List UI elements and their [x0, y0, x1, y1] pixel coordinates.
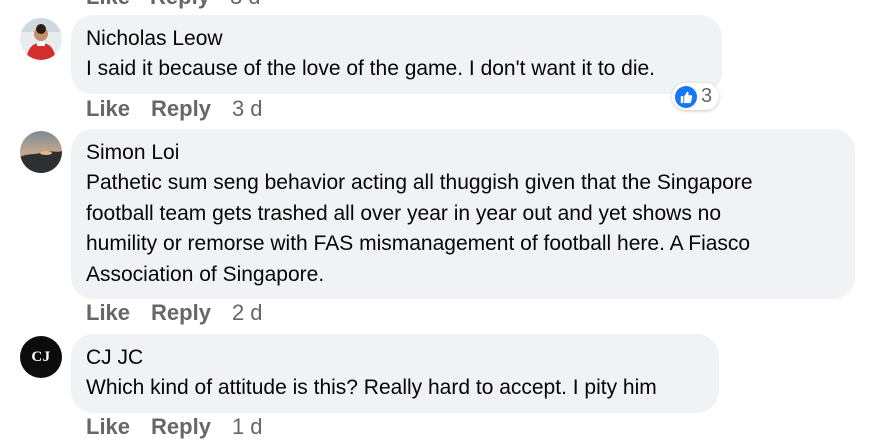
like-link[interactable]: Like — [86, 96, 130, 122]
comment-actions: Like Reply 3 d — [86, 96, 263, 122]
reply-link[interactable]: Reply — [151, 96, 211, 122]
comment-author[interactable]: Simon Loi — [86, 140, 839, 166]
comment-author[interactable]: CJ JC — [86, 345, 703, 371]
comment-timestamp[interactable]: 3 d — [232, 96, 263, 122]
profile-photo-icon — [20, 18, 62, 60]
comment-text: I said it because of the love of the gam… — [86, 57, 656, 80]
profile-photo-icon — [20, 131, 62, 173]
comments-thread: Like Reply 3 d Nicholas Leow I said it b… — [0, 0, 885, 445]
comment-bubble: Simon Loi Pathetic sum seng behavior act… — [71, 129, 855, 299]
comment-timestamp[interactable]: 2 d — [232, 300, 263, 326]
like-link[interactable]: Like — [86, 300, 130, 326]
reply-link[interactable]: Reply — [150, 0, 210, 10]
comment-timestamp[interactable]: 1 d — [232, 414, 263, 440]
comment-timestamp[interactable]: 3 d — [230, 0, 261, 10]
avatar[interactable]: CJ — [20, 336, 62, 378]
comment-bubble: Nicholas Leow I said it because of the l… — [71, 15, 722, 94]
avatar-initials: CJ — [31, 348, 51, 365]
avatar[interactable] — [20, 18, 62, 60]
reply-link[interactable]: Reply — [151, 414, 211, 440]
comment-actions: Like Reply 2 d — [86, 300, 263, 326]
reaction-count: 3 — [701, 85, 713, 107]
reaction-summary[interactable]: 3 — [672, 83, 720, 110]
comment-author[interactable]: Nicholas Leow — [86, 26, 706, 52]
thumbs-up-icon — [675, 85, 697, 108]
comment-text: Which kind of attitude is this? Really h… — [86, 376, 657, 399]
like-link[interactable]: Like — [86, 0, 130, 10]
like-link[interactable]: Like — [86, 414, 130, 440]
comment-bubble: CJ JC Which kind of attitude is this? Re… — [71, 334, 719, 413]
avatar[interactable] — [20, 131, 62, 173]
reply-link[interactable]: Reply — [151, 300, 211, 326]
comment-actions: Like Reply 1 d — [86, 414, 263, 440]
previous-comment-actions: Like Reply 3 d — [86, 0, 261, 10]
comment-text: Pathetic sum seng behavior acting all th… — [86, 171, 753, 286]
